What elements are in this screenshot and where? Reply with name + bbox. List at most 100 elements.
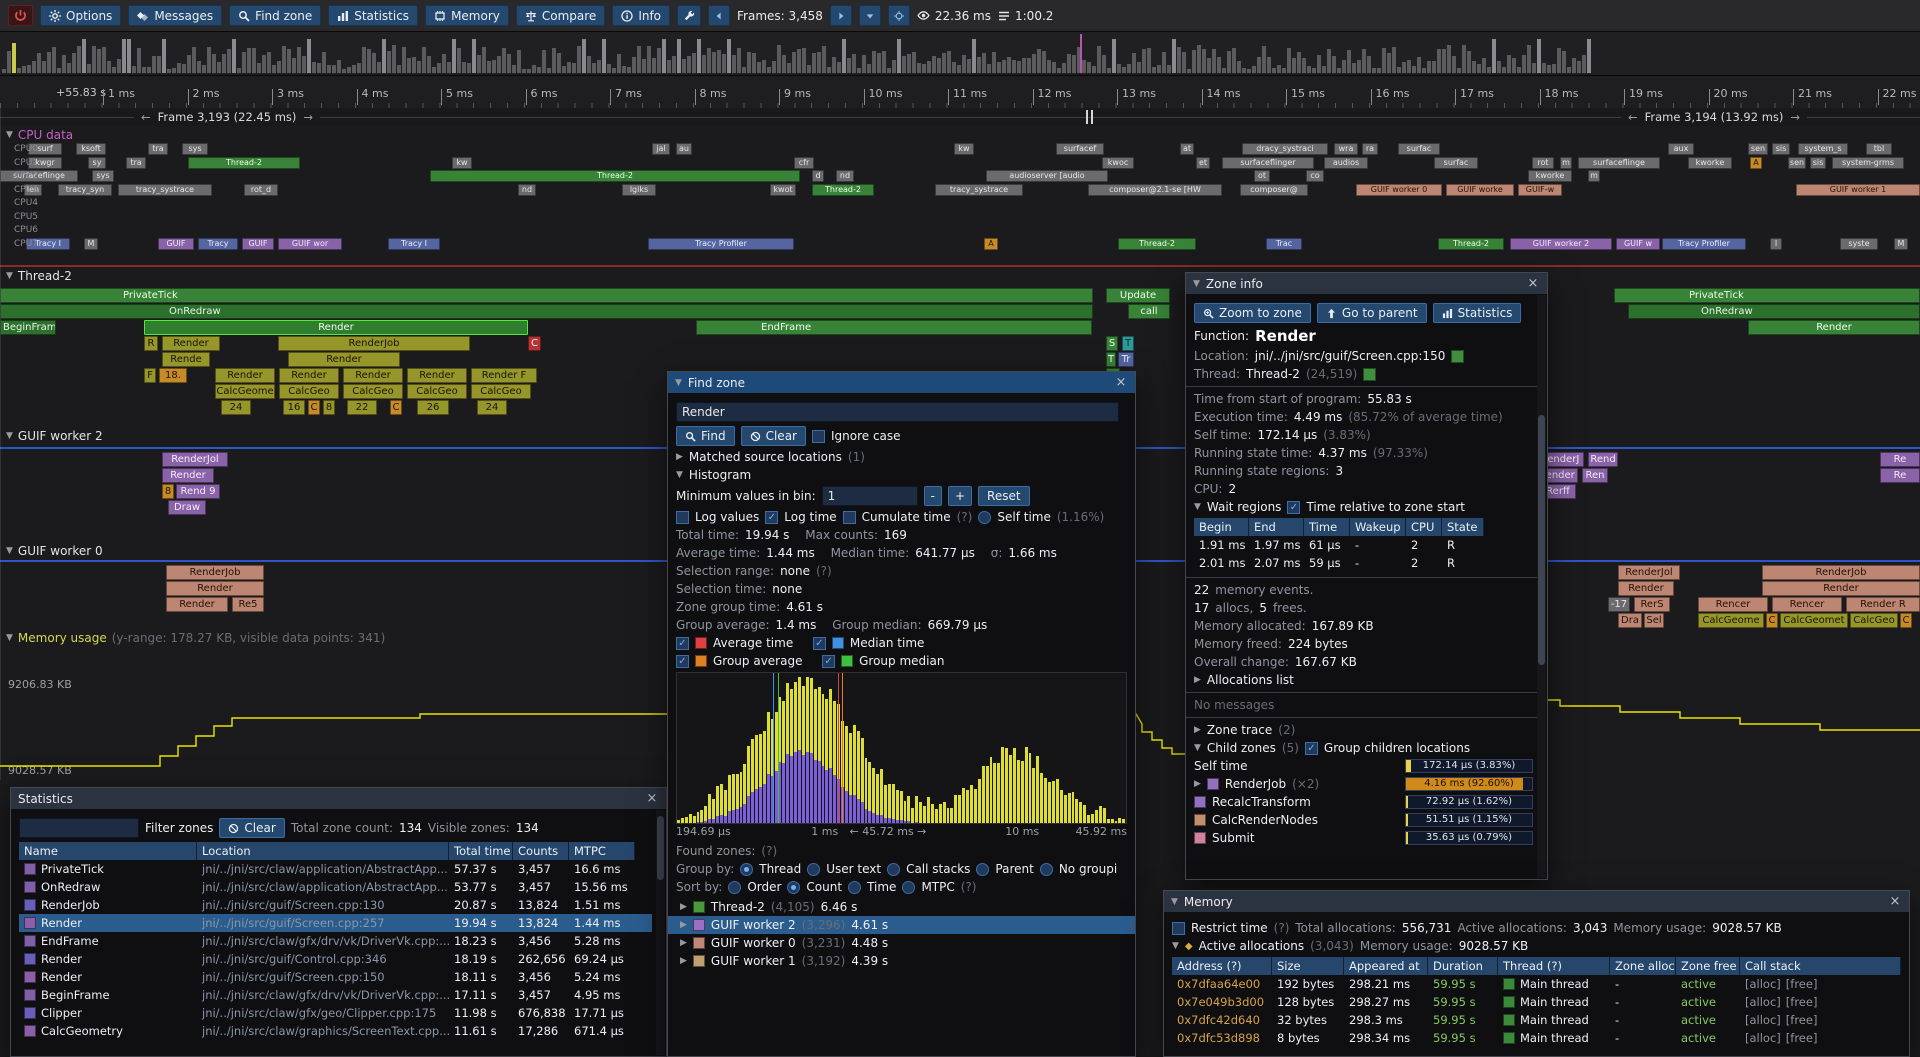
zone[interactable]: Rencer xyxy=(1698,597,1768,612)
frame-bar[interactable] xyxy=(447,62,451,73)
frame-bar[interactable] xyxy=(1407,60,1411,73)
column-header-name[interactable]: Name xyxy=(19,842,197,860)
frame-bar[interactable] xyxy=(1262,46,1266,73)
frame-bar[interactable] xyxy=(1052,62,1056,73)
frame-bar[interactable] xyxy=(142,67,146,73)
frame-bar[interactable] xyxy=(1017,61,1021,73)
frame-bar[interactable] xyxy=(1532,63,1536,73)
zone[interactable]: m xyxy=(1588,170,1600,182)
sort-by-radio[interactable] xyxy=(848,881,861,894)
frame-bar[interactable] xyxy=(267,52,271,73)
frame-bar[interactable] xyxy=(1232,48,1236,73)
frame-bar[interactable] xyxy=(2,69,6,73)
frame-bar[interactable] xyxy=(307,39,311,73)
frame-bar[interactable] xyxy=(977,57,981,73)
frame-bar[interactable] xyxy=(1382,48,1386,73)
zone[interactable]: au xyxy=(676,143,692,155)
column-header-thread-[interactable]: Thread (?) xyxy=(1498,957,1610,975)
zone[interactable]: 8 xyxy=(323,400,335,415)
allocation-row[interactable]: 0x7dfaa64e00192 bytes298.21 ms59.95 sMai… xyxy=(1172,975,1901,993)
frame-bar[interactable] xyxy=(767,67,771,73)
frame-bar[interactable] xyxy=(892,60,896,73)
frame-bar[interactable] xyxy=(472,39,476,73)
frame-bar[interactable] xyxy=(527,69,531,74)
wait-region-row[interactable]: 2.01 ms2.07 ms59 µs-2R xyxy=(1194,554,1533,572)
frame-label[interactable]: ←Frame 3,194 (13.92 ms)→ xyxy=(1621,110,1807,124)
column-header-address-[interactable]: Address (?) xyxy=(1172,957,1272,975)
zone-group-row[interactable]: ▶GUIF worker 1(3,192)4.39 s xyxy=(676,952,1127,970)
frame-bar[interactable] xyxy=(337,60,341,73)
frame-bar[interactable] xyxy=(807,65,811,73)
frame-bar[interactable] xyxy=(1212,49,1216,73)
frame-bar[interactable] xyxy=(1277,65,1281,73)
toolbar-button-statistics[interactable]: Statistics xyxy=(328,5,418,26)
frame-bar[interactable] xyxy=(382,39,386,73)
frame-bar[interactable] xyxy=(932,56,936,73)
zone[interactable]: tbl xyxy=(1866,143,1892,155)
decrease-bin-button[interactable]: - xyxy=(924,486,942,506)
frame-bar[interactable] xyxy=(1237,61,1241,73)
zone[interactable]: C xyxy=(308,400,320,415)
frame-bar[interactable] xyxy=(182,64,186,73)
allocation-row[interactable]: 0x7e049b3d00128 bytes298.27 ms59.95 sMai… xyxy=(1172,993,1901,1011)
frame-bar[interactable] xyxy=(272,65,276,73)
zone[interactable]: RerS xyxy=(1634,597,1670,612)
group-by-radio[interactable] xyxy=(976,863,989,876)
frame-bar[interactable] xyxy=(7,51,11,73)
frame-bar[interactable] xyxy=(172,68,176,73)
frame-bar[interactable] xyxy=(302,56,306,73)
frame-bar[interactable] xyxy=(1512,58,1516,73)
frame-overview-strip[interactable] xyxy=(0,32,1920,76)
zone[interactable]: OnRedraw xyxy=(1628,304,1920,319)
frame-bar[interactable] xyxy=(827,67,831,73)
expand-icon[interactable]: ▶ xyxy=(1194,779,1201,789)
allocation-row[interactable]: 0x7dfc42d64032 bytes298.3 ms59.95 sMain … xyxy=(1172,1011,1901,1029)
zone[interactable]: GUIF xyxy=(158,238,194,250)
frame-bar[interactable] xyxy=(517,50,521,73)
frame-bar[interactable] xyxy=(862,55,866,73)
frame-label[interactable]: ←Frame 3,193 (22.45 ms)→ xyxy=(134,110,320,124)
zone[interactable]: 24 xyxy=(221,400,251,415)
zone[interactable]: surfaceflinge xyxy=(1578,157,1660,169)
frame-bar[interactable] xyxy=(682,59,686,73)
zone[interactable]: Tracy xyxy=(198,238,238,250)
expand-icon[interactable]: ▶ xyxy=(680,938,687,948)
zone[interactable]: T xyxy=(1122,336,1134,351)
frame-bar[interactable] xyxy=(867,64,871,73)
frame-bar[interactable] xyxy=(507,54,511,73)
frame-bar[interactable] xyxy=(1482,58,1486,73)
column-header-state[interactable]: State xyxy=(1442,518,1484,536)
frame-bar[interactable] xyxy=(442,54,446,73)
zone[interactable]: tracy_systrace xyxy=(935,184,1023,196)
column-header-location[interactable]: Location xyxy=(197,842,449,860)
frame-bar[interactable] xyxy=(402,47,406,73)
toolbar-button-find-zone[interactable]: Find zone xyxy=(229,5,321,26)
frame-bar[interactable] xyxy=(562,66,566,73)
close-icon[interactable]: × xyxy=(1526,276,1540,291)
frame-bar[interactable] xyxy=(132,66,136,73)
frame-bar[interactable] xyxy=(137,48,141,73)
frame-bar[interactable] xyxy=(1107,68,1111,74)
frame-bar[interactable] xyxy=(347,67,351,73)
zone-group-row[interactable]: ▶GUIF worker 0(3,231)4.48 s xyxy=(676,934,1127,952)
frame-bar[interactable] xyxy=(1497,61,1501,74)
expand-icon[interactable]: ▶ xyxy=(680,920,687,930)
frame-bar[interactable] xyxy=(1257,57,1261,73)
frame-bar[interactable] xyxy=(427,56,431,73)
frame-bar[interactable] xyxy=(1292,58,1296,73)
zone[interactable]: RenderJob xyxy=(278,336,470,351)
zone[interactable]: Re xyxy=(1880,468,1920,483)
active-allocations-row[interactable]: ▼◆Active allocations(3,043) Memory usage… xyxy=(1172,939,1901,953)
zone[interactable]: sy xyxy=(88,157,106,169)
frame-bar[interactable] xyxy=(377,62,381,73)
frame-bar[interactable] xyxy=(1312,68,1316,73)
zone[interactable]: composer@2.1-se [HW xyxy=(1088,184,1222,196)
zone[interactable]: Thread-2 xyxy=(430,170,800,182)
toolbar-button-options[interactable]: Options xyxy=(40,5,121,26)
free-callstack-link[interactable]: [free] xyxy=(1786,1013,1818,1027)
frame-bar[interactable] xyxy=(982,53,986,73)
frame-bar[interactable] xyxy=(392,45,396,73)
column-header-zone-alloc[interactable]: Zone alloc xyxy=(1610,957,1676,975)
frame-bar[interactable] xyxy=(1012,60,1016,73)
frame-bar[interactable] xyxy=(1412,66,1416,74)
